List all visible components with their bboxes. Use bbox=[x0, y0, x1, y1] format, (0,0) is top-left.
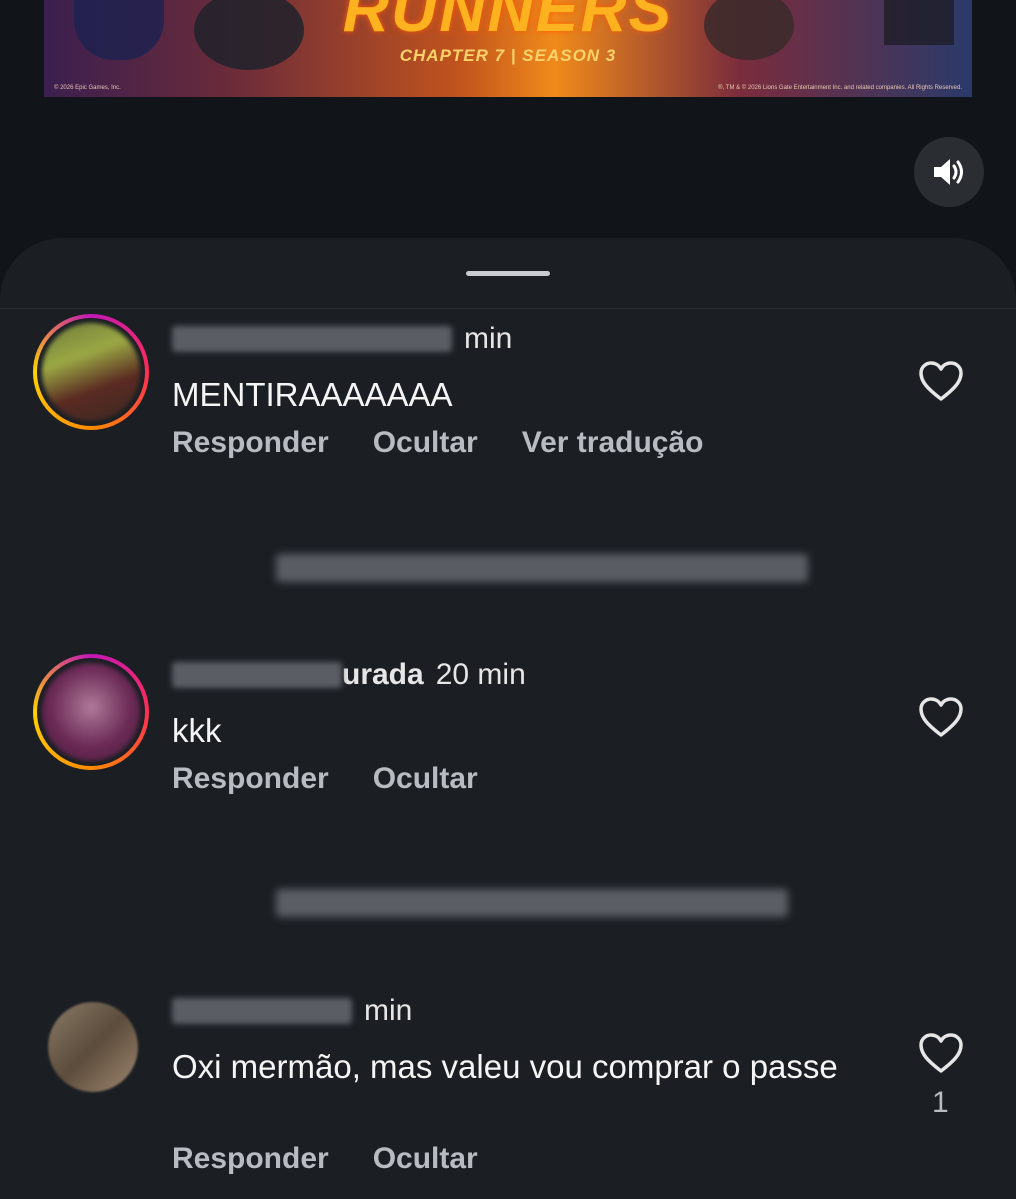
avatar[interactable] bbox=[33, 314, 149, 430]
sound-button[interactable] bbox=[914, 137, 984, 207]
hide-button[interactable]: Ocultar bbox=[373, 1142, 478, 1176]
username-blurred[interactable] bbox=[172, 326, 452, 352]
sheet-drag-handle[interactable] bbox=[466, 271, 550, 276]
like-count: 1 bbox=[932, 1086, 949, 1119]
comment-time: min bbox=[464, 322, 513, 355]
video-banner[interactable]: RUNNERS CHAPTER 7 | SEASON 3 © 2026 Epic… bbox=[44, 0, 972, 97]
banner-copyright-left: © 2026 Epic Games, Inc. bbox=[54, 85, 121, 91]
view-replies-link[interactable] bbox=[276, 554, 808, 582]
comment-time: 20 min bbox=[435, 658, 526, 691]
banner-subtitle: CHAPTER 7 | SEASON 3 bbox=[399, 46, 617, 65]
comment-text: kkk bbox=[172, 712, 222, 749]
heart-icon[interactable] bbox=[918, 696, 964, 738]
username-blurred[interactable] bbox=[172, 662, 342, 688]
heart-icon[interactable] bbox=[918, 360, 964, 402]
reply-button[interactable]: Responder bbox=[172, 426, 329, 460]
comment-text: MENTIRAAAAAAA bbox=[172, 376, 453, 413]
avatar[interactable] bbox=[48, 1002, 138, 1092]
username-blurred[interactable] bbox=[172, 998, 352, 1024]
comment-text: Oxi mermão, mas valeu vou comprar o pass… bbox=[172, 1048, 838, 1085]
reply-button[interactable]: Responder bbox=[172, 1142, 329, 1176]
hide-button[interactable]: Ocultar bbox=[373, 426, 478, 460]
hide-button[interactable]: Ocultar bbox=[373, 762, 478, 796]
comment-time: min bbox=[364, 994, 413, 1027]
banner-copyright-right: ®, TM & © 2026 Lions Gate Entertainment … bbox=[718, 85, 962, 91]
username-suffix[interactable]: urada bbox=[342, 658, 424, 692]
divider bbox=[0, 308, 1016, 309]
view-replies-link[interactable] bbox=[276, 889, 788, 917]
avatar[interactable] bbox=[33, 654, 149, 770]
banner-title: RUNNERS bbox=[342, 0, 674, 45]
speaker-on-icon bbox=[934, 159, 963, 185]
heart-icon[interactable] bbox=[918, 1032, 964, 1074]
comments-sheet: min MENTIRAAAAAAA Responder Ocultar Ver … bbox=[0, 238, 1016, 1199]
reply-button[interactable]: Responder bbox=[172, 762, 329, 796]
translate-button[interactable]: Ver tradução bbox=[522, 426, 704, 460]
